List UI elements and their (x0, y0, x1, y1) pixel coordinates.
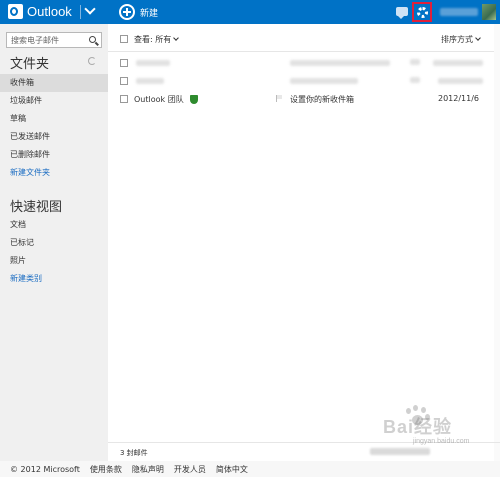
table-row[interactable] (108, 72, 492, 90)
view-filter-label: 查看: 所有 (134, 35, 172, 44)
sidebar-item-sent[interactable]: 已发送邮件 (0, 128, 108, 146)
divider (80, 5, 81, 19)
blurred-icon (410, 77, 420, 83)
refresh-icon[interactable] (88, 57, 96, 65)
top-bar: Outlook 新建 (0, 0, 500, 24)
row-checkbox[interactable] (120, 77, 128, 85)
new-button-label: 新建 (140, 8, 159, 19)
chevron-down-icon (173, 35, 180, 41)
sidebar-item-drafts[interactable]: 草稿 (0, 110, 108, 128)
sort-dropdown[interactable]: 排序方式 (441, 34, 481, 45)
privacy-link[interactable]: 隐私声明 (132, 464, 164, 475)
new-button[interactable]: 新建 (119, 3, 158, 21)
row-checkbox[interactable] (120, 95, 128, 103)
sort-label: 排序方式 (441, 35, 473, 44)
flag-icon[interactable] (276, 95, 282, 102)
user-name-blurred[interactable] (440, 8, 478, 16)
view-filter-dropdown[interactable]: 查看: 所有 (134, 34, 180, 45)
blurred-icon (410, 59, 420, 65)
gear-icon (416, 6, 428, 18)
watermark-url: jingyan.baidu.com (413, 438, 470, 445)
search-input[interactable]: 搜索电子邮件 (6, 32, 102, 48)
watermark: Bai经验 jingyan.baidu.com (383, 400, 493, 450)
table-row[interactable]: Outlook 团队 设置你的新收件箱 2012/11/6 (108, 90, 492, 108)
chevron-down-icon (475, 35, 481, 41)
folders-heading: 文件夹 (10, 57, 50, 72)
language-link[interactable]: 简体中文 (216, 464, 248, 475)
blurred-subject (290, 78, 358, 84)
settings-button[interactable] (412, 2, 432, 22)
messaging-icon[interactable] (396, 7, 408, 19)
message-list: 查看: 所有 排序方式 Outlook 团队 设置你的新收件箱 2012/11/… (108, 24, 500, 461)
sender-name: Outlook 团队 (134, 95, 184, 104)
sidebar-item-photos[interactable]: 照片 (0, 252, 108, 270)
outlook-logo-icon[interactable] (8, 4, 23, 19)
plus-icon (119, 4, 135, 20)
chevron-down-icon[interactable] (84, 3, 96, 15)
search-placeholder: 搜索电子邮件 (11, 35, 59, 45)
new-category-link[interactable]: 新建类别 (0, 270, 108, 288)
sidebar-item-deleted[interactable]: 已删除邮件 (0, 146, 108, 164)
scrollbar[interactable] (494, 24, 500, 461)
sidebar-item-documents[interactable]: 文档 (0, 216, 108, 234)
sidebar: 搜索电子邮件 文件夹 收件箱 垃圾邮件 草稿 已发送邮件 已删除邮件 新建文件夹… (0, 24, 108, 461)
list-toolbar: 查看: 所有 排序方式 (108, 24, 500, 52)
sidebar-item-flagged[interactable]: 已标记 (0, 234, 108, 252)
blurred-date (433, 60, 483, 66)
app-name[interactable]: Outlook (27, 4, 72, 19)
watermark-text: Bai经验 (383, 417, 453, 437)
sidebar-item-junk[interactable]: 垃圾邮件 (0, 92, 108, 110)
row-checkbox[interactable] (120, 59, 128, 67)
blurred-sender (136, 78, 164, 84)
table-row[interactable] (108, 54, 492, 72)
message-count: 3 封邮件 (120, 449, 148, 457)
blurred-sender (136, 60, 170, 66)
search-icon[interactable] (89, 36, 96, 43)
footer: © 2012 Microsoft 使用条款 隐私声明 开发人员 简体中文 (0, 461, 500, 477)
new-folder-link[interactable]: 新建文件夹 (0, 164, 108, 182)
developers-link[interactable]: 开发人员 (174, 464, 206, 475)
sidebar-item-inbox[interactable]: 收件箱 (0, 74, 108, 92)
select-all-checkbox[interactable] (120, 35, 128, 43)
date: 2012/11/6 (438, 94, 480, 103)
blurred-subject (290, 60, 390, 66)
quick-views-heading: 快速视图 (10, 200, 63, 215)
subject: 设置你的新收件箱 (290, 95, 354, 104)
terms-link[interactable]: 使用条款 (90, 464, 122, 475)
blurred-date (438, 78, 483, 84)
copyright: © 2012 Microsoft (10, 464, 80, 474)
avatar[interactable] (482, 4, 496, 20)
shield-icon (190, 95, 198, 104)
